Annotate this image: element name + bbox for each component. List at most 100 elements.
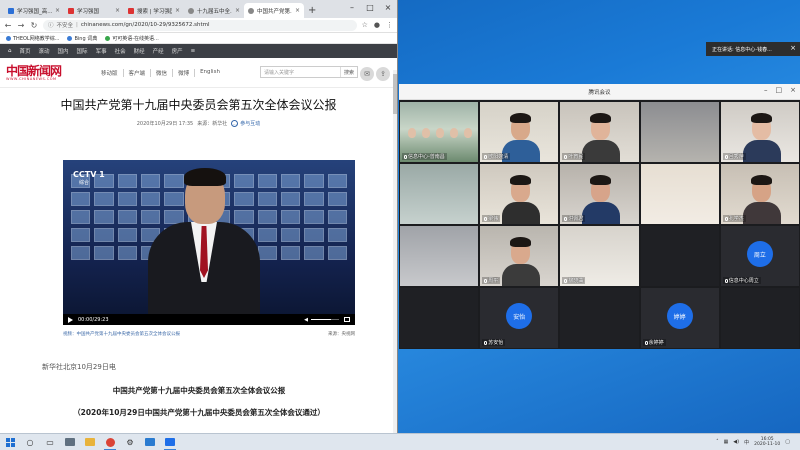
close-tab-icon[interactable]: ×	[55, 7, 60, 14]
photos-app-icon[interactable]	[140, 434, 160, 450]
home-icon[interactable]: ⌂	[8, 48, 12, 54]
participant-tile-video[interactable]: 叶育民	[559, 101, 640, 163]
site-nav-item[interactable]: 滚动	[39, 47, 50, 55]
participant-tile-video[interactable]	[399, 163, 480, 225]
close-window-icon[interactable]: ×	[379, 0, 397, 14]
window-controls: – □ ×	[343, 0, 397, 14]
site-nav-item[interactable]: 产经	[153, 47, 164, 55]
participant-tile-video[interactable]	[639, 163, 720, 225]
chrome-icon[interactable]	[100, 434, 120, 450]
participant-tile-avatar[interactable]: 婷婷 余婷婷	[639, 287, 720, 349]
network-icon[interactable]: ▦	[724, 439, 729, 445]
profile-icon[interactable]: ●	[374, 21, 380, 29]
fullscreen-icon[interactable]	[344, 317, 350, 322]
participant-avatar: 安怡	[506, 303, 533, 329]
browser-tab-1[interactable]: 学习强国_高... ×	[4, 3, 64, 18]
site-logo[interactable]: 中国新闻网 WWW.CHINANEWS.COM	[6, 65, 62, 81]
header-link[interactable]: 微信	[150, 68, 167, 77]
header-links: 移动版 客户端 微信 微博 English	[96, 68, 220, 77]
chevron-up-icon[interactable]: ˄	[716, 439, 719, 445]
menu-icon[interactable]: ⋮	[386, 21, 393, 29]
header-link[interactable]: 移动版	[96, 69, 118, 77]
url-field[interactable]: ⓘ 不安全 | chinanews.com/gn/2020/10-29/9325…	[43, 19, 357, 31]
participant-tile-video[interactable]	[639, 101, 720, 163]
participant-tile-video[interactable]: 孔学杰	[719, 163, 800, 225]
bookmark-item[interactable]: THEOL网络教学综...	[6, 35, 59, 42]
minimize-icon[interactable]: –	[764, 86, 768, 94]
volume-slider[interactable]	[311, 318, 339, 321]
header-link[interactable]: 微博	[172, 68, 189, 77]
participant-tile-video[interactable]	[399, 225, 480, 287]
maximize-icon[interactable]: □	[776, 86, 783, 94]
start-button[interactable]	[0, 434, 20, 450]
volume-icon[interactable]: ◀)	[733, 439, 739, 445]
site-nav-item[interactable]: 国内	[58, 47, 69, 55]
comment-link[interactable]: … 参与互动	[231, 120, 260, 127]
forward-arrow-icon[interactable]: →	[17, 21, 25, 30]
notification-icon[interactable]: ▢	[785, 439, 790, 445]
site-nav-item[interactable]: 首页	[20, 47, 31, 55]
close-icon[interactable]: ×	[790, 44, 796, 52]
speaking-notification-text: 正在讲话: 信息中心-钱春...	[712, 46, 772, 53]
participant-tile-video[interactable]: 洪佩君	[559, 163, 640, 225]
participant-tile-video[interactable]: 柳晓曲	[559, 225, 640, 287]
close-tab-icon[interactable]: ×	[295, 7, 300, 14]
site-nav-item[interactable]: 财经	[134, 47, 145, 55]
browser-tab-3[interactable]: 搜索 | 学习强国 ×	[124, 3, 184, 18]
tab-label: 搜索 | 学习强国	[137, 8, 172, 15]
back-arrow-icon[interactable]: ←	[4, 21, 12, 30]
clock[interactable]: 16:05 2020-11-10	[754, 437, 780, 448]
participant-hair	[750, 175, 772, 185]
caption-text[interactable]: 视频：中国共产党第十九届中央委员会第五次全体会议公报	[63, 331, 180, 337]
minimize-icon[interactable]: –	[343, 0, 361, 14]
camera-app-icon[interactable]	[60, 434, 80, 450]
reload-icon[interactable]: ↻	[30, 21, 38, 30]
browser-tab-2[interactable]: 学习强国 ×	[64, 3, 124, 18]
close-tab-icon[interactable]: ×	[115, 7, 120, 14]
browser-tab-5-active[interactable]: 中国共产党第... ×	[244, 3, 304, 18]
meeting-app-icon[interactable]	[160, 434, 180, 450]
participant-tile-video[interactable]: 梁伟	[479, 163, 560, 225]
browser-tab-4[interactable]: 十九届五中全... ×	[184, 3, 244, 18]
search-button[interactable]: 搜索	[339, 67, 357, 77]
participant-tile-video[interactable]: 吕秀萍	[719, 101, 800, 163]
site-nav-item[interactable]: 社会	[115, 47, 126, 55]
play-icon[interactable]	[68, 316, 73, 323]
bookmark-item[interactable]: 可可英语-在线英语...	[105, 35, 159, 42]
ime-icon[interactable]: 中	[744, 439, 749, 446]
bookmark-item[interactable]: Bing 词典	[67, 35, 97, 42]
header-link[interactable]: English	[194, 68, 220, 77]
participant-tile-avatar[interactable]: 安怡 苏安怡	[479, 287, 560, 349]
close-window-icon[interactable]: ×	[790, 86, 796, 94]
close-tab-icon[interactable]: ×	[175, 7, 180, 14]
participant-tile-video[interactable]: 信息中心-曾南昌	[399, 101, 480, 163]
video-caption: 视频：中国共产党第十九届中央委员会第五次全体会议公报 来源：央视网	[63, 331, 355, 337]
star-icon[interactable]: ☆	[362, 21, 368, 29]
volume-control[interactable]: ◀	[304, 317, 339, 323]
maximize-icon[interactable]: □	[361, 0, 379, 14]
speaker-icon: ◀	[304, 316, 308, 323]
toolbar-icons: ☆ ● ⋮	[362, 21, 393, 29]
new-tab-button[interactable]: +	[304, 5, 320, 18]
site-nav-item[interactable]: 国际	[77, 47, 88, 55]
settings-icon[interactable]: ⚙	[120, 434, 140, 450]
site-nav-item[interactable]: 房产	[172, 47, 183, 55]
speaking-notification[interactable]: 正在讲话: 信息中心-钱春... ×	[706, 42, 800, 56]
participant-tile-avatar[interactable]: 周立 信息中心周立	[719, 225, 800, 287]
site-nav-item[interactable]: 军事	[96, 47, 107, 55]
close-tab-icon[interactable]: ×	[235, 7, 240, 14]
site-search-input[interactable]: 请输入关键字 搜索	[260, 66, 358, 78]
participant-tile-video[interactable]: 周平	[479, 225, 560, 287]
participant-tile-video[interactable]: 欧阳婉清	[479, 101, 560, 163]
scrollbar-thumb[interactable]	[393, 74, 397, 114]
page-scrollbar[interactable]	[393, 70, 397, 433]
site-nav-more[interactable]: ≡	[191, 48, 196, 54]
video-player[interactable]: CCTV 1 综合 00:00/29:23 ◀	[63, 160, 355, 325]
search-icon[interactable]: ○	[20, 434, 40, 450]
header-link[interactable]: 客户端	[122, 68, 145, 77]
chat-icon[interactable]: ✉	[360, 67, 374, 81]
task-view-icon[interactable]: ▭	[40, 434, 60, 450]
share-icon[interactable]: ⇪	[376, 67, 390, 81]
file-explorer-icon[interactable]	[80, 434, 100, 450]
bookmark-label: 可可英语-在线英语...	[112, 35, 159, 42]
